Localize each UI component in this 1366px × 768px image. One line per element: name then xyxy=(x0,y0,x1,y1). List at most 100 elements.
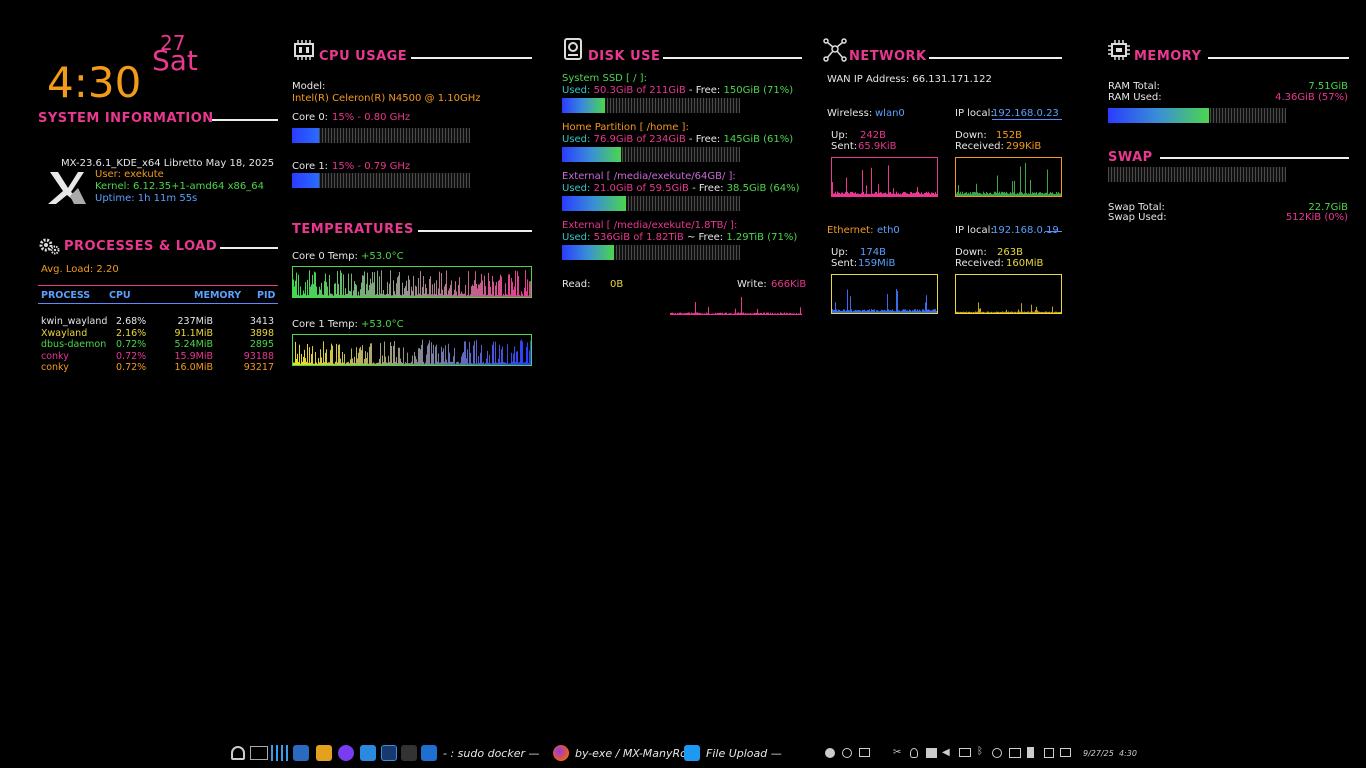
tray-info-icon[interactable] xyxy=(825,748,835,758)
tray-monitor-icon[interactable] xyxy=(1060,748,1071,757)
disk-free: 150GiB (71%) xyxy=(723,85,794,96)
divider xyxy=(1208,57,1349,59)
process-cpu: 0.72% xyxy=(116,350,147,362)
task-firefox[interactable]: by-exe / MX-ManyRo xyxy=(575,747,687,760)
task-file-upload[interactable]: File Upload — xyxy=(706,747,782,760)
ethernet-interface: eth0 xyxy=(877,225,900,236)
divider xyxy=(663,57,802,59)
clock-weekday: Sat xyxy=(152,44,198,77)
ram-used-label: RAM Used: xyxy=(1108,92,1162,103)
ethernet-ip-label: IP local: xyxy=(955,225,994,236)
divider xyxy=(38,303,278,304)
file-manager-icon[interactable] xyxy=(316,745,332,761)
wireless-label: Wireless: xyxy=(827,108,873,119)
ethernet-up-graph xyxy=(831,274,938,314)
tray-battery-icon[interactable] xyxy=(1027,747,1034,758)
process-pid: 2895 xyxy=(249,339,274,350)
taskbar-time[interactable]: 4:30 xyxy=(1119,749,1137,758)
hard-disk-icon xyxy=(564,38,582,60)
wireless-sent-label: Sent: xyxy=(831,141,858,152)
tray-updates-icon[interactable] xyxy=(1044,748,1054,758)
swap-title: SWAP xyxy=(1108,150,1153,165)
process-memory: 5.24MiB xyxy=(174,339,213,350)
settings-icon[interactable] xyxy=(401,745,417,761)
wireless-down-label: Down: xyxy=(955,130,987,141)
ethernet-received-label: Received: xyxy=(955,258,1004,269)
process-memory: 16.0MiB xyxy=(174,362,213,373)
ethernet-down-graph xyxy=(955,274,1062,314)
wireless-down: 152B xyxy=(996,130,1022,141)
tray-network-icon[interactable] xyxy=(992,748,1002,758)
wireless-down-graph xyxy=(955,157,1062,197)
tray-bluetooth-icon[interactable]: ᛒ xyxy=(977,746,985,758)
ethernet-up-label: Up: xyxy=(831,247,849,258)
memory-title: MEMORY xyxy=(1134,49,1202,64)
network-icon xyxy=(823,38,847,62)
kernel-info: Kernel: 6.12.35+1-amd64 x86_64 xyxy=(95,181,264,192)
process-name: kwin_wayland xyxy=(41,316,108,327)
mx-logo-icon xyxy=(46,170,88,206)
process-name: conky xyxy=(41,362,69,373)
processes-title: PROCESSES & LOAD xyxy=(64,239,218,254)
disk-name: System SSD [ / ]: xyxy=(562,73,647,84)
disk-read-label: Read: xyxy=(562,279,591,290)
ethernet-down-label: Down: xyxy=(955,247,987,258)
app-menu-icon[interactable] xyxy=(231,746,245,760)
process-pid: 93217 xyxy=(243,362,274,373)
store-icon[interactable] xyxy=(360,745,376,761)
disk-free-label: ~ Free: xyxy=(686,232,724,243)
disk-used-label: Used: xyxy=(562,183,591,194)
core1-temp-graph xyxy=(292,334,532,366)
disk-free: 145GiB (61%) xyxy=(723,134,794,145)
tray-display-icon[interactable] xyxy=(959,748,971,757)
wireless-ip-label: IP local: xyxy=(955,108,994,119)
user-info: User: exekute xyxy=(95,169,164,180)
disk-free: 1.29TiB (71%) xyxy=(726,232,798,243)
desktop-pager-icon[interactable] xyxy=(250,746,268,760)
firefox-icon[interactable] xyxy=(553,745,569,761)
core0-temp-label: Core 0 Temp: xyxy=(292,251,358,262)
process-pid: 3898 xyxy=(249,327,274,339)
messenger-icon[interactable] xyxy=(338,745,354,761)
column-header-pid: PID xyxy=(257,290,276,301)
disk-name: External [ /media/exekute/64GB/ ]: xyxy=(562,171,736,182)
core0-value: 15% - 0.80 GHz xyxy=(332,112,411,123)
ram-total: 7.51GiB xyxy=(1308,81,1348,92)
disk-used: 21.0GiB of 59.5GiB xyxy=(593,183,689,194)
column-header-cpu: CPU xyxy=(109,290,131,301)
monitor-icon[interactable] xyxy=(381,745,397,761)
process-cpu: 0.72% xyxy=(116,362,147,373)
cpu-model: Intel(R) Celeron(R) N4500 @ 1.10GHz xyxy=(292,93,481,104)
ethernet-up: 174B xyxy=(860,247,886,258)
screenshot-icon[interactable] xyxy=(293,745,309,761)
disk-write-value: 666KiB xyxy=(771,279,807,290)
task-terminal[interactable]: - : sudo docker — xyxy=(443,747,540,760)
core0-temp-graph xyxy=(292,266,532,298)
taskbar-date[interactable]: 9/27/25 xyxy=(1083,749,1114,758)
process-memory: 15.9MiB xyxy=(174,350,213,362)
disk-free: 38.5GiB (64%) xyxy=(726,183,800,194)
kde-connect-icon[interactable] xyxy=(684,745,700,761)
tray-clipboard-icon[interactable] xyxy=(842,748,852,758)
divider xyxy=(418,230,532,232)
tray-terminal-icon[interactable] xyxy=(859,748,870,757)
core1-value: 15% - 0.79 GHz xyxy=(332,161,411,172)
terminal-icon[interactable] xyxy=(421,745,437,761)
tray-devices-icon[interactable] xyxy=(1009,748,1021,758)
cpu-icon xyxy=(292,39,316,61)
disk-usage-bar xyxy=(562,98,740,113)
cpu-model-label: Model: xyxy=(292,81,326,92)
memory-chip-icon xyxy=(1108,40,1130,60)
process-name: dbus-daemon xyxy=(41,339,107,350)
tray-notes-icon[interactable] xyxy=(926,748,937,758)
tray-volume-icon[interactable]: ◀ xyxy=(942,747,954,758)
mixer-icon[interactable] xyxy=(271,745,289,761)
disk-usage-line: Used: 76.9GiB of 234GiB - Free: 145GiB (… xyxy=(562,134,793,145)
tray-bulb-icon[interactable] xyxy=(910,748,918,758)
disk-write-graph xyxy=(670,291,802,315)
ethernet-down: 263B xyxy=(997,247,1023,258)
tray-scissors-icon[interactable]: ✂ xyxy=(893,747,903,758)
process-name: conky xyxy=(41,350,69,362)
core1-temp: +53.0°C xyxy=(361,319,404,330)
temperatures-title: TEMPERATURES xyxy=(292,222,414,237)
